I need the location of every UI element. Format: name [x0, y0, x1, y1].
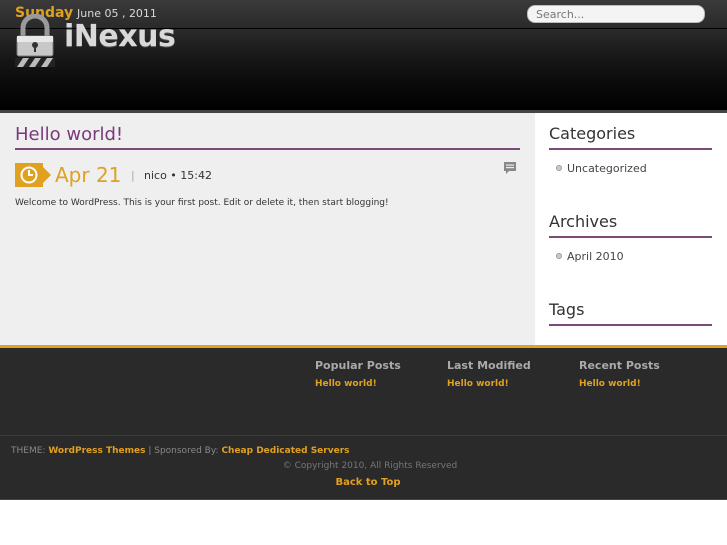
post-title[interactable]: Hello world!	[15, 124, 123, 145]
categories-heading: Categories	[549, 124, 636, 143]
copyright-text: © Copyright 2010, All Rights Reserved	[282, 461, 458, 471]
archives-divider	[549, 236, 712, 238]
back-to-top-link[interactable]: Back to Top	[0, 477, 727, 488]
post-title-divider	[15, 148, 520, 150]
last-modified-link[interactable]: Hello world!	[447, 379, 509, 389]
comment-icon[interactable]	[503, 161, 517, 175]
credits-prefix: THEME:	[11, 446, 46, 456]
lock-icon[interactable]	[15, 14, 55, 68]
recent-post-link[interactable]: Hello world!	[579, 379, 641, 389]
meta-separator: |	[131, 169, 135, 182]
tags-divider	[549, 324, 712, 326]
last-modified-heading: Last Modified	[447, 359, 531, 372]
post-author-time: nico • 15:42	[144, 169, 212, 182]
search-input[interactable]	[527, 5, 705, 23]
recent-posts-heading: Recent Posts	[579, 359, 660, 372]
category-label[interactable]: Uncategorized	[567, 162, 647, 175]
archive-item[interactable]: April 2010	[556, 250, 624, 263]
archives-heading: Archives	[549, 212, 618, 231]
categories-divider	[549, 148, 712, 150]
clock-icon	[15, 163, 51, 187]
footer-credits: THEME: WordPress Themes | Sponsored By: …	[11, 446, 350, 456]
popular-posts-heading: Popular Posts	[315, 359, 401, 372]
site-logo-text[interactable]: iNexus	[64, 19, 176, 54]
footer-bottom-line	[0, 499, 727, 500]
archive-label[interactable]: April 2010	[567, 250, 624, 263]
bullet-icon	[556, 253, 562, 259]
theme-link[interactable]: WordPress Themes	[48, 446, 145, 456]
post-excerpt: Welcome to WordPress. This is your first…	[15, 198, 389, 208]
category-item[interactable]: Uncategorized	[556, 162, 647, 175]
credits-sponsor-label: | Sponsored By:	[148, 446, 219, 456]
popular-post-link[interactable]: Hello world!	[315, 379, 377, 389]
sponsor-link[interactable]: Cheap Dedicated Servers	[221, 446, 349, 456]
tags-heading: Tags	[549, 300, 585, 319]
post-date: Apr 21	[55, 163, 122, 187]
bullet-icon	[556, 165, 562, 171]
